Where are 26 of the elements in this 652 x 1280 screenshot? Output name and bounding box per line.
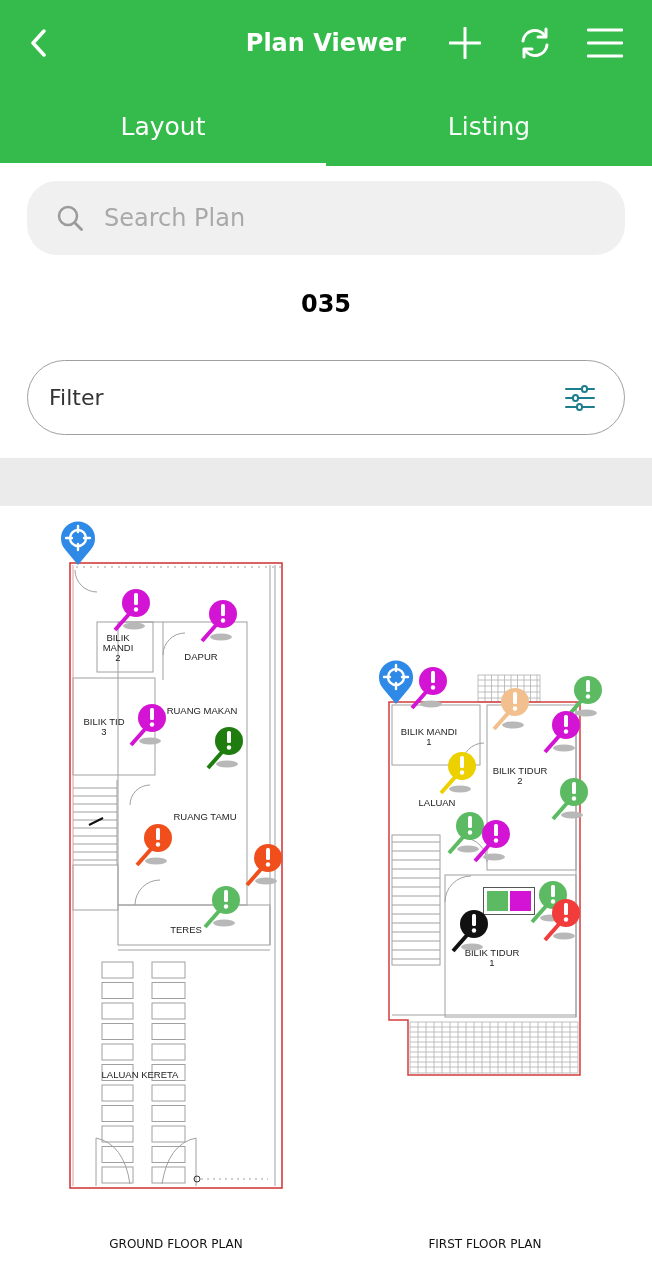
room-label: BILIK TIDUR 2 [492, 766, 548, 786]
plan-title: GROUND FLOOR PLAN [109, 1236, 243, 1252]
page-title: Plan Viewer [245, 28, 407, 57]
location-pin-icon[interactable] [60, 520, 96, 566]
room-label: RUANG TAMU [173, 812, 237, 822]
search-field[interactable]: Search Plan [27, 181, 625, 255]
room-label: BILIK MANDI 1 [400, 727, 458, 747]
sliders-icon [565, 384, 595, 411]
plan-number: 035 [300, 289, 352, 319]
room-label: LALUAN [418, 798, 456, 808]
room-label: LALUAN KERETA [101, 1070, 179, 1080]
chevron-left-icon [30, 28, 46, 57]
room-label: DAPUR [184, 652, 218, 662]
plan-title: FIRST FLOOR PLAN [428, 1236, 542, 1252]
tab[interactable]: Layout [0, 85, 326, 166]
search-icon [57, 205, 83, 231]
room-label: RUANG MAKAN [166, 706, 238, 716]
tab[interactable]: Listing [326, 85, 652, 166]
location-pin-icon[interactable] [378, 659, 414, 705]
room-label: TERES [170, 925, 202, 935]
room-label: BILIK TID 3 [83, 717, 125, 737]
filter-button[interactable]: Filter [27, 360, 625, 435]
room-label: BILIK TIDUR 1 [464, 948, 520, 968]
menu-icon [587, 27, 623, 58]
room-label: BILIK MANDI 2 [102, 633, 134, 663]
plus-icon [449, 26, 481, 59]
